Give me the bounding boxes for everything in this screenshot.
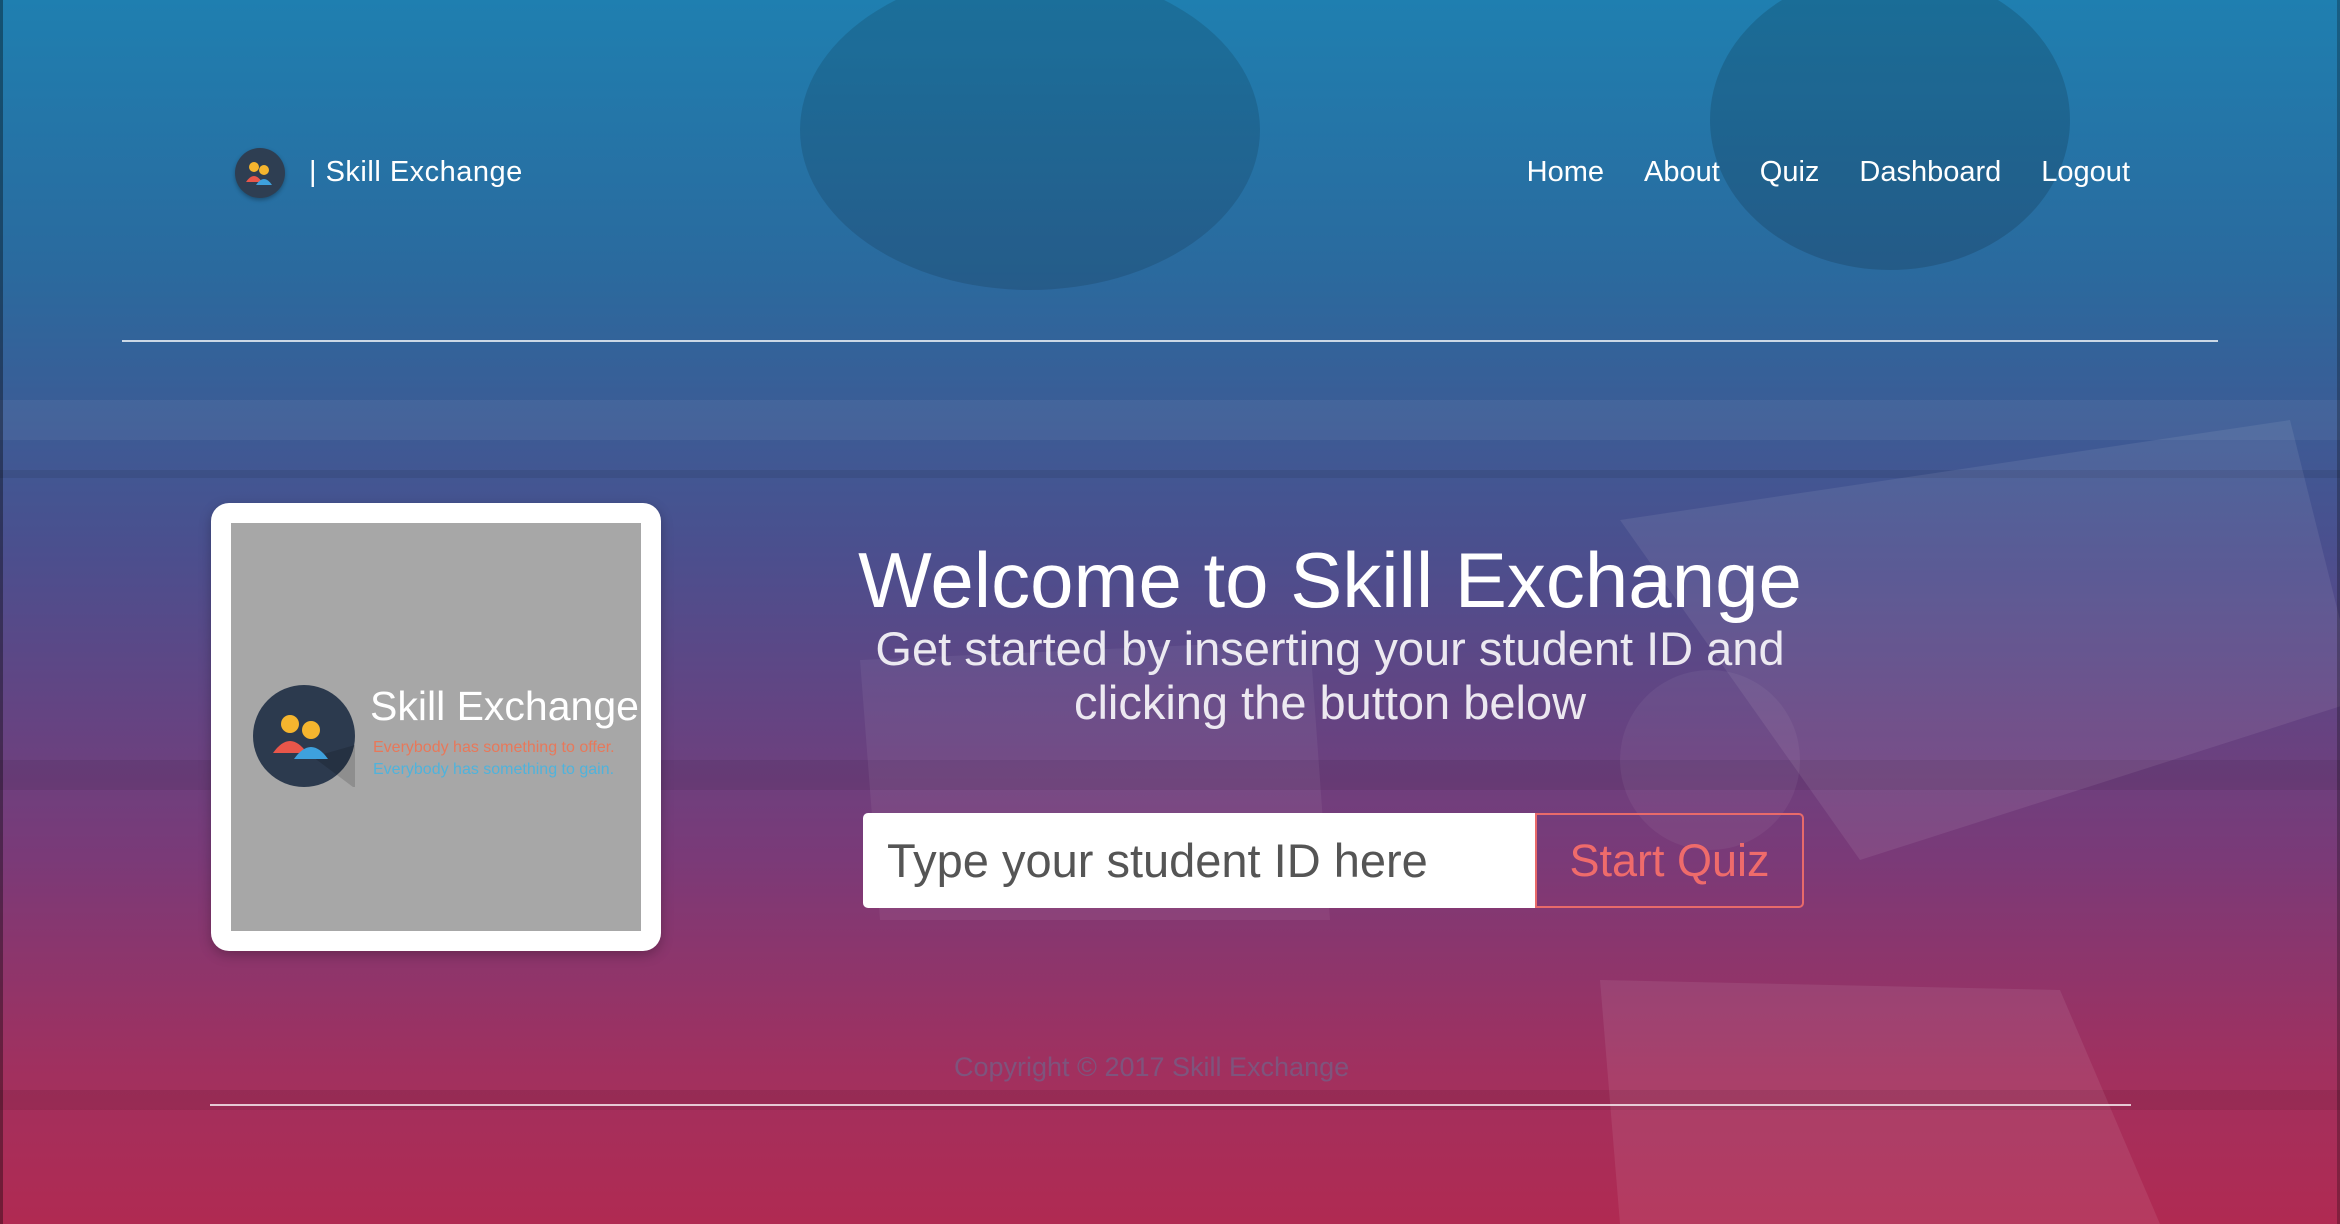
people-icon bbox=[253, 685, 355, 787]
logo-image: Skill Exchange Everybody has something t… bbox=[231, 523, 641, 931]
student-id-form: Start Quiz bbox=[863, 813, 1804, 908]
header: | Skill Exchange Home About Quiz Dashboa… bbox=[235, 140, 2130, 205]
brand-link[interactable]: | Skill Exchange bbox=[235, 147, 523, 198]
nav-about[interactable]: About bbox=[1644, 156, 1720, 189]
hero-subtitle-line-1: Get started by inserting your student ID… bbox=[875, 621, 1785, 675]
start-quiz-button[interactable]: Start Quiz bbox=[1535, 813, 1804, 908]
hero-subtitle-line-2: clicking the button below bbox=[1073, 675, 1587, 729]
logo-card: Skill Exchange Everybody has something t… bbox=[211, 503, 661, 951]
brand-label: | Skill Exchange bbox=[309, 156, 523, 188]
nav-quiz[interactable]: Quiz bbox=[1760, 156, 1820, 189]
window-left-edge bbox=[0, 0, 3, 1224]
people-icon-graphic bbox=[246, 161, 272, 185]
logo-title: Skill Exchange bbox=[370, 683, 639, 729]
student-id-input[interactable] bbox=[863, 813, 1535, 908]
logo-tagline-2: Everybody has something to gain. bbox=[373, 761, 615, 778]
hero-title: Welcome to Skill Exchange bbox=[858, 536, 1802, 624]
page: | Skill Exchange Home About Quiz Dashboa… bbox=[0, 0, 2340, 1224]
header-divider bbox=[122, 340, 2218, 342]
nav-logout[interactable]: Logout bbox=[2041, 156, 2130, 189]
logo-people-graphic bbox=[273, 715, 355, 787]
copyright-text: Copyright © 2017 Skill Exchange bbox=[954, 1052, 1350, 1082]
footer-divider bbox=[210, 1104, 2131, 1106]
nav-dashboard[interactable]: Dashboard bbox=[1859, 156, 2001, 189]
logo-tagline-1: Everybody has something to offer. bbox=[373, 739, 615, 756]
people-icon bbox=[235, 147, 285, 198]
main-nav: Home About Quiz Dashboard Logout bbox=[1527, 156, 2130, 189]
hero: Welcome to Skill Exchange Get started by… bbox=[780, 536, 1880, 730]
nav-home[interactable]: Home bbox=[1527, 156, 1604, 189]
